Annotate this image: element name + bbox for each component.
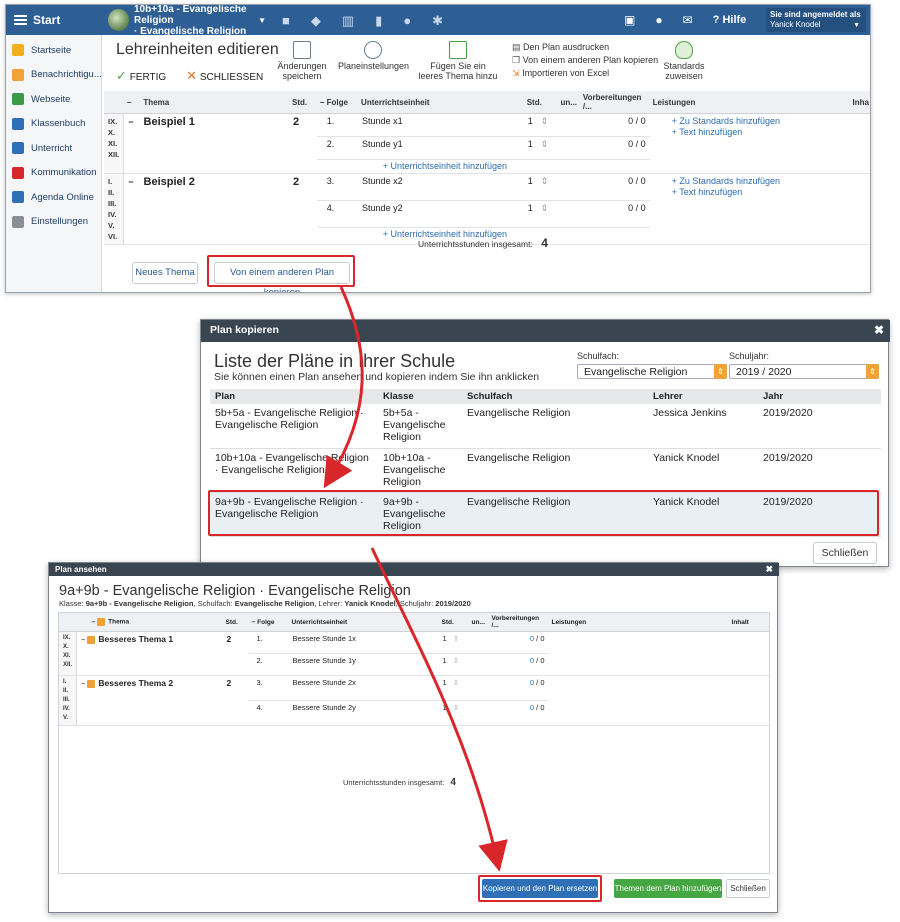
arrow-to-copy-button: [370, 547, 508, 872]
annotation-arrows: [323, 286, 508, 872]
arrow-to-plan-list: [323, 286, 364, 489]
